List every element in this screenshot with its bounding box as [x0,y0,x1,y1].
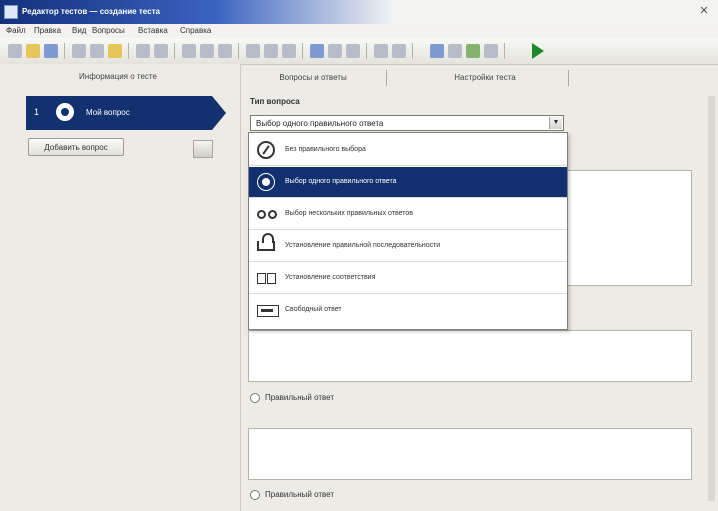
open-folder-icon[interactable] [26,44,40,58]
menu-help[interactable]: Справка [180,26,211,35]
option-matching[interactable]: Установление соответствия [249,263,567,294]
align-right-icon[interactable] [282,44,296,58]
left-panel [0,64,241,511]
menu-edit[interactable]: Правка [34,26,61,35]
sequence-icon [257,233,275,251]
settings-icon[interactable] [392,44,406,58]
app-icon [4,5,18,19]
run-icon[interactable] [532,43,544,59]
correct-answer-option[interactable]: Правильный ответ [250,490,334,500]
zoom-icon[interactable] [374,44,388,58]
undo-icon[interactable] [136,44,150,58]
tab-separator [386,70,387,86]
question-number: 1 [34,107,40,117]
add-question-button[interactable]: Добавить вопрос [28,138,124,156]
option-label: Свободный ответ [285,306,342,313]
radio-question-icon [56,103,74,121]
toolbar-separator [302,43,303,59]
correct-answer-option[interactable]: Правильный ответ [250,393,334,403]
save-icon[interactable] [44,44,58,58]
menu-insert[interactable]: Вставка [138,26,168,35]
free-answer-icon [257,305,279,317]
align-left-icon[interactable] [246,44,260,58]
insert-formula-icon[interactable] [346,44,360,58]
answer-text-area[interactable] [248,330,692,382]
question-type-select[interactable]: Выбор одного правильного ответа ▼ [250,115,564,131]
insert-table-icon[interactable] [328,44,342,58]
menu-questions[interactable]: Вопросы [92,26,125,35]
italic-icon[interactable] [200,44,214,58]
radio-button[interactable] [250,490,260,500]
tab-separator [568,70,569,86]
chevron-down-icon[interactable] [448,44,462,58]
option-label: Выбор нескольких правильных ответов [285,210,413,217]
export-icon[interactable] [484,44,498,58]
title-bar: Редактор тестов — создание теста ✕ [0,0,718,24]
option-no-answer[interactable]: Без правильного выбора [249,135,567,166]
cut-icon[interactable] [72,44,86,58]
question-list-item[interactable]: 1 Мой вопрос [26,96,226,130]
copy-icon[interactable] [90,44,104,58]
radio-button[interactable] [250,393,260,403]
panel-tool-button[interactable] [193,140,213,158]
window-title: Редактор тестов — создание теста [22,7,160,16]
menu-view[interactable]: Вид [72,26,86,35]
question-text-area[interactable] [566,170,692,286]
question-label: Мой вопрос [86,108,130,117]
toolbar-separator [238,43,239,59]
toolbar-separator [174,43,175,59]
option-multiple-choice[interactable]: Выбор нескольких правильных ответов [249,199,567,230]
menu-bar: Файл Правка Вид Вопросы Вставка Справка [0,24,718,38]
option-sequence[interactable]: Установление правильной последовательнос… [249,231,567,262]
toolbar [0,38,718,65]
tab-test-settings[interactable]: Настройки теста [410,68,560,88]
bold-icon[interactable] [182,44,196,58]
insert-image-icon[interactable] [310,44,324,58]
toolbar-separator [64,43,65,59]
multiple-choice-icon [257,205,277,223]
option-single-choice[interactable]: Выбор одного правильного ответа [249,167,567,198]
close-button[interactable]: ✕ [696,4,712,18]
no-answer-icon [257,141,275,159]
question-type-value: Выбор одного правильного ответа [256,119,384,128]
option-label: Без правильного выбора [285,146,366,153]
correct-answer-label: Правильный ответ [265,490,335,500]
paste-icon[interactable] [108,44,122,58]
vertical-scrollbar[interactable] [708,96,715,501]
new-file-icon[interactable] [8,44,22,58]
grid-icon[interactable] [430,44,444,58]
left-panel-header[interactable]: Информация о тесте [0,72,236,88]
toolbar-separator [504,43,505,59]
correct-answer-label: Правильный ответ [265,393,335,403]
answer-text-area[interactable] [248,428,692,480]
option-label: Выбор одного правильного ответа [285,178,397,185]
single-choice-icon [257,173,275,191]
option-label: Установление правильной последовательнос… [285,242,441,249]
option-label: Установление соответствия [285,274,376,281]
underline-icon[interactable] [218,44,232,58]
question-type-label: Тип вопроса [250,97,300,106]
toolbar-separator [366,43,367,59]
check-icon[interactable] [466,44,480,58]
menu-file[interactable]: Файл [6,26,26,35]
question-type-dropdown: Без правильного выбора Выбор одного прав… [248,132,568,330]
matching-icon [257,269,276,287]
option-free-answer[interactable]: Свободный ответ [249,295,567,326]
chevron-down-icon[interactable]: ▼ [549,117,562,129]
align-center-icon[interactable] [264,44,278,58]
toolbar-separator [128,43,129,59]
toolbar-separator [412,43,413,59]
tab-questions-answers[interactable]: Вопросы и ответы [248,68,378,88]
redo-icon[interactable] [154,44,168,58]
